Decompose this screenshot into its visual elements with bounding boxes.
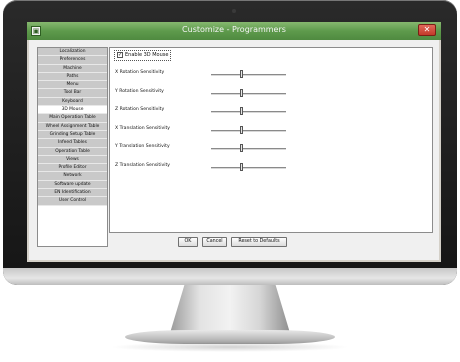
sensitivity-label: X Translation Sensitivity: [115, 125, 171, 131]
sensitivity-label: Z Translation Sensitivity: [115, 163, 171, 168]
nav-item[interactable]: Localization: [38, 48, 107, 57]
settings-nav-list: Localization Preferences Machine Paths Menu T…: [37, 47, 108, 247]
sensitivity-slider[interactable]: [211, 74, 286, 76]
enable-3d-mouse-option[interactable]: ✓ Enable 3D Mouse: [114, 50, 172, 61]
dialog-body: Localization Preferences Machine Paths Menu T…: [29, 40, 439, 260]
slider-thumb[interactable]: [239, 107, 243, 116]
sensitivity-row: Y Translation Sensitivity: [115, 143, 315, 153]
sensitivity-row: Z Rotation Sensitivity: [115, 106, 315, 116]
slider-thumb[interactable]: [239, 125, 243, 134]
slider-thumb[interactable]: [239, 163, 243, 171]
nav-item[interactable]: 3D Mouse: [38, 106, 107, 115]
sensitivity-slider[interactable]: [211, 148, 286, 151]
reset-to-defaults-button[interactable]: Reset to Defaults: [231, 237, 287, 247]
nav-item[interactable]: Paths: [38, 72, 107, 82]
nav-item[interactable]: Main Operation Table: [38, 114, 107, 123]
sensitivity-slider[interactable]: [211, 129, 286, 132]
sensitivity-label: Y Translation Sensitivity: [115, 144, 170, 150]
enable-3d-mouse-checkbox[interactable]: ✓: [117, 51, 123, 58]
sensitivity-label: Z Rotation Sensitivity: [115, 107, 165, 113]
nav-item[interactable]: Keyboard: [38, 97, 107, 107]
slider-thumb[interactable]: [239, 88, 243, 97]
cancel-button[interactable]: Cancel: [202, 237, 227, 247]
slider-thumb[interactable]: [239, 70, 243, 78]
window-title: Customize - Programmers: [182, 25, 286, 34]
nav-item[interactable]: Network: [38, 172, 107, 181]
close-icon: ✕: [423, 25, 431, 34]
nav-item[interactable]: Tool Bar: [38, 89, 107, 98]
sensitivity-row: Z Translation Sensitivity: [115, 162, 315, 172]
screen: ▣ Customize - Programmers ✕ Localization…: [27, 22, 441, 262]
sensitivity-row: X Rotation Sensitivity: [115, 69, 315, 79]
stand-shadow: [110, 342, 350, 352]
monitor-stand: [170, 285, 290, 333]
settings-panel: ✓ Enable 3D Mouse X Rotation Sensitivity Y…: [109, 47, 433, 233]
nav-item[interactable]: Wheel Assignment Table: [38, 122, 107, 131]
title-bar[interactable]: ▣ Customize - Programmers ✕: [27, 22, 441, 40]
sensitivity-slider[interactable]: [211, 167, 286, 169]
nav-item[interactable]: Operation Table: [38, 147, 107, 156]
enable-3d-mouse-label: Enable 3D Mouse: [125, 52, 169, 58]
sensitivity-label: Y Rotation Sensitivity: [115, 88, 164, 94]
webcam-dot: [232, 9, 236, 13]
monitor-chin: [3, 268, 457, 285]
nav-item[interactable]: Profile Editor: [38, 164, 107, 173]
nav-item[interactable]: Software update: [38, 180, 107, 190]
nav-item[interactable]: Grinding Setup Table: [38, 130, 107, 140]
nav-item[interactable]: Infeed Tables: [38, 139, 107, 148]
nav-item[interactable]: Preferences: [38, 56, 107, 65]
nav-item[interactable]: Menu: [38, 81, 107, 90]
nav-item[interactable]: Views: [38, 155, 107, 165]
nav-item[interactable]: User Control: [38, 197, 107, 206]
sensitivity-slider[interactable]: [211, 111, 286, 114]
sensitivity-row: X Translation Sensitivity: [115, 125, 315, 135]
slider-thumb[interactable]: [239, 144, 243, 153]
close-button[interactable]: ✕: [418, 24, 436, 36]
ok-button[interactable]: OK: [178, 237, 198, 247]
sensitivity-label: X Rotation Sensitivity: [115, 70, 165, 75]
nav-item[interactable]: Machine: [38, 64, 107, 73]
sensitivity-row: Y Rotation Sensitivity: [115, 88, 315, 98]
sensitivity-slider[interactable]: [211, 92, 286, 95]
nav-item[interactable]: EN Identification: [38, 189, 107, 198]
